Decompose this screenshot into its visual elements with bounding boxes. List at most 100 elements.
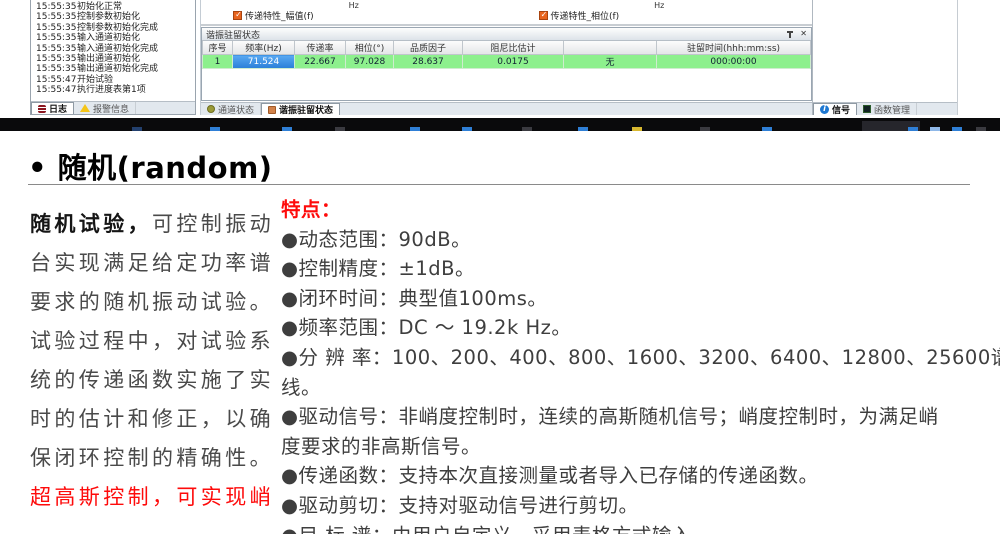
cell-dwell-time: 000:00:00 [657,55,811,69]
intro-line: 试验过程中，对试验系 [30,322,278,361]
tab-channel-status[interactable]: 通道状态 [201,103,261,115]
channel-status-icon [207,105,215,113]
log-entry: 15:55:35初始化正常 [31,2,195,12]
log-time: 15:55:47 [31,85,77,95]
tab-function-manage[interactable]: 函数管理 [857,103,917,115]
log-time: 15:55:35 [31,44,77,54]
log-list: 15:55:35初始化正常 15:55:35控制参数初始化 15:55:35控制… [31,0,195,101]
log-message: 开始试验 [77,75,195,85]
tab-channel-label: 通道状态 [218,103,254,116]
center-tabbar: 通道状态 谐振驻留状态 [201,102,812,115]
feature-line: ●控制精度：±1dB。 [281,254,987,284]
log-entry: 15:55:35控制参数初始化完成 [31,23,195,33]
info-icon [820,105,829,114]
resonance-dwell-panel: 谐振驻留状态 ✕ 序号 频率(Hz) 传递率 相位(°) 品质 [201,27,812,101]
log-entry: 15:55:47执行进度表第1项 [31,85,195,95]
table-row[interactable]: 1 71.524 22.667 97.028 28.637 0.0175 无 0… [203,55,811,69]
table-header-row: 序号 频率(Hz) 传递率 相位(°) 品质因子 阻尼比估计 驻留时间(hhh:… [203,41,811,55]
log-time: 15:55:35 [31,64,77,74]
cell-q-factor: 28.637 [394,55,463,69]
col-dwell-time[interactable]: 驻留时间(hhh:mm:ss) [657,41,811,55]
chart-magnitude: Hz 传递特性_幅值(f) [201,0,507,24]
tab-log-label: 日志 [49,102,67,115]
feature-line: ●动态范围：90dB。 [281,225,987,255]
log-message: 执行进度表第1项 [77,85,195,95]
windows-taskbar[interactable] [0,118,1000,131]
resonance-panel-title: 谐振驻留状态 [206,28,260,41]
log-message: 输出通道初始化 [77,54,195,64]
intro-line: 随机试验，可控制振动 [30,205,278,244]
log-time: 15:55:35 [31,12,77,22]
right-tabbar: 信号 函数管理 [813,102,957,115]
legend-checkbox-icon[interactable] [233,11,242,20]
function-manage-icon [863,105,871,113]
cell-transmissibility: 22.667 [295,55,346,69]
resonance-dwell-icon [268,106,276,114]
tab-function-label: 函数管理 [874,103,910,116]
tab-resonance-label: 谐振驻留状态 [279,103,333,116]
intro-line-highlight: 超高斯控制，可实现峭 [30,478,278,517]
intro-line: 时的估计和修正，以确 [30,400,278,439]
section-heading: • 随机(random) [28,145,273,187]
log-message: 输出通道初始化完成 [77,64,195,74]
feature-line: ●频率范围：DC ～ 19.2k Hz。 [281,313,987,343]
feature-line: ●驱动剪切：支持对驱动信号进行剪切。 [281,491,987,521]
legend-magnitude: 传递特性_幅值(f) [233,9,314,22]
legend-checkbox-icon[interactable] [539,11,548,20]
legend-magnitude-label: 传递特性_幅值(f) [245,9,314,22]
tab-alarm-info[interactable]: 报警信息 [74,102,136,114]
col-frequency[interactable]: 频率(Hz) [233,41,295,55]
close-icon[interactable]: ✕ [800,30,807,38]
legend-phase-label: 传递特性_相位(f) [551,9,620,22]
log-message: 控制参数初始化完成 [77,23,195,33]
feature-line: ●闭环时间：典型值100ms。 [281,284,987,314]
intro-line: 要求的随机振动试验。 [30,283,278,322]
pin-icon[interactable] [786,30,794,38]
feature-line: ●分 辨 率：100、200、400、800、1600、3200、6400、12… [281,343,987,373]
page: 15:55:35初始化正常 15:55:35控制参数初始化 15:55:35控制… [0,0,1000,534]
intro-paragraph: 随机试验，可控制振动 台实现满足给定功率谱 要求的随机振动试验。 试验过程中，对… [30,205,278,517]
col-q-factor[interactable]: 品质因子 [394,41,463,55]
signal-panel-body [813,0,957,102]
cell-kurtosis: 无 [564,55,657,69]
log-time: 15:55:35 [31,33,77,43]
resonance-table: 序号 频率(Hz) 传递率 相位(°) 品质因子 阻尼比估计 驻留时间(hhh:… [202,41,811,69]
log-time: 15:55:47 [31,75,77,85]
tab-alarm-label: 报警信息 [93,102,129,115]
feature-line: 度要求的非高斯信号。 [281,432,987,462]
col-transmissibility[interactable]: 传递率 [295,41,346,55]
warning-icon [80,104,90,112]
intro-lead: 随机试验， [30,212,152,236]
log-time: 15:55:35 [31,23,77,33]
tab-signal-label: 信号 [832,103,850,116]
resonance-panel-titlebar: 谐振驻留状态 ✕ [202,28,811,41]
log-message: 输入通道初始化 [77,33,195,43]
col-damping-estimate[interactable]: 阻尼比估计 [463,41,564,55]
features-title: 特点： [281,195,987,225]
col-phase[interactable]: 相位(°) [346,41,394,55]
cell-index: 1 [203,55,233,69]
log-time: 15:55:35 [31,2,77,12]
col-index[interactable]: 序号 [203,41,233,55]
feature-line: 线。 [281,373,987,403]
log-entry: 15:55:35输出通道初始化完成 [31,64,195,74]
charts-strip: Hz 传递特性_幅值(f) Hz 传递特性_相位(f) [201,0,812,26]
legend-phase: 传递特性_相位(f) [539,9,620,22]
intro-line: 统的传递函数实施了实 [30,361,278,400]
log-message: 初始化正常 [77,2,195,12]
heading-underline [28,184,970,185]
tab-log[interactable]: 日志 [31,102,74,114]
log-time: 15:55:35 [31,54,77,64]
cell-frequency-selected[interactable]: 71.524 [233,55,295,69]
log-entry: 15:55:35控制参数初始化 [31,12,195,22]
main-panel: Hz 传递特性_幅值(f) Hz 传递特性_相位(f) 谐振驻留状态 [200,0,812,115]
software-screenshot: 15:55:35初始化正常 15:55:35控制参数初始化 15:55:35控制… [0,0,1000,117]
log-message: 输入通道初始化完成 [77,44,195,54]
intro-line: 台实现满足给定功率谱 [30,244,278,283]
cell-damping: 0.0175 [463,55,564,69]
log-entry: 15:55:35输入通道初始化完成 [31,44,195,54]
col-blank[interactable] [564,41,657,55]
tab-signal[interactable]: 信号 [813,103,857,115]
log-panel: 15:55:35初始化正常 15:55:35控制参数初始化 15:55:35控制… [30,0,196,115]
tab-resonance-dwell[interactable]: 谐振驻留状态 [261,103,340,115]
